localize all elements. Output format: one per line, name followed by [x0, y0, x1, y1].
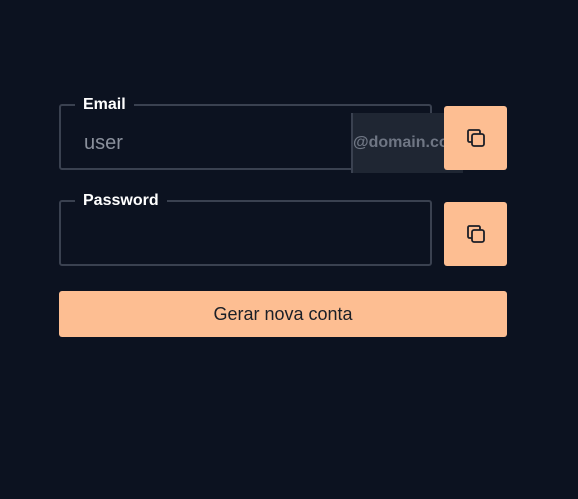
generate-account-button[interactable]: Gerar nova conta: [59, 291, 507, 337]
password-field-inner: [61, 209, 430, 270]
password-input[interactable]: [61, 209, 430, 270]
copy-email-button[interactable]: [444, 106, 507, 170]
account-generator-panel: Email @domain.com Password: [0, 0, 578, 499]
email-label: Email: [83, 96, 126, 113]
copy-icon: [464, 126, 488, 150]
email-fieldset: Email @domain.com: [59, 96, 463, 174]
email-field-inner: @domain.com: [61, 113, 463, 174]
email-row: Email @domain.com: [59, 97, 507, 174]
password-row: Password: [59, 193, 507, 270]
password-fieldset: Password: [59, 192, 432, 270]
email-username-input[interactable]: [61, 113, 351, 174]
password-label: Password: [83, 192, 159, 209]
copy-password-button[interactable]: [444, 202, 507, 266]
copy-icon: [464, 222, 488, 246]
